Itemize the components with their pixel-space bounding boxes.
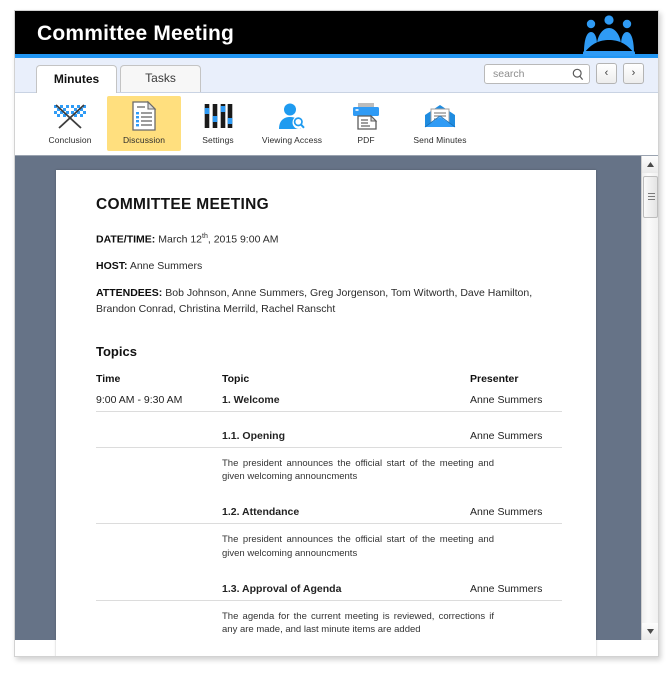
crown-icon [578,15,640,57]
desc-text: The agenda for the current meeting is re… [222,610,494,636]
toolbar-item-settings[interactable]: Settings [181,96,255,151]
page-title: Committee Meeting [37,22,235,45]
topics-table-header: Time Topic Presenter [96,373,562,391]
document-title: COMMITTEE MEETING [96,196,270,213]
column-header-topic: Topic [222,372,250,385]
row-topic: 1.1. Opening [222,429,286,442]
caret-up-icon[interactable] [642,156,658,173]
meta-host: HOST: Anne Summers [96,259,562,275]
next-button[interactable]: › [623,63,644,84]
search-icon[interactable] [572,68,584,86]
row-spacer [96,412,562,426]
application-window: Committee Meeting Minutes Tasks search ‹… [14,10,659,657]
prev-button[interactable]: ‹ [596,63,617,84]
row-topic: 1. Welcome [222,393,280,406]
toolbar-label-send-minutes: Send Minutes [413,135,467,145]
meta-datetime-rest: , 2015 9:00 AM [207,233,279,246]
vertical-scrollbar[interactable] [641,156,658,640]
meta-attendees-value: Bob Johnson, Anne Summers, Greg Jorgenso… [96,287,533,315]
row-spacer [96,565,562,579]
meta-datetime: DATE/TIME: March 12th, 2015 9:00 AM [96,232,562,248]
column-header-time: Time [96,372,121,385]
search-area: ‹ › [484,63,644,84]
meta-datetime-value: March 12 [158,233,203,246]
sliders-icon [181,101,255,131]
row-description: The president announces the official sta… [96,448,562,489]
meta-datetime-label: DATE/TIME: [96,233,156,246]
desc-gutter [96,457,222,485]
row-description: The president announces the official sta… [96,524,562,565]
column-header-presenter: Presenter [470,372,519,385]
toolbar-item-viewing-access[interactable]: Viewing Access [255,96,329,151]
row-time [96,506,222,518]
search-box[interactable] [484,63,590,86]
meta-host-label: HOST: [96,260,128,273]
title-bar: Committee Meeting [15,11,658,58]
desc-gutter [96,533,222,561]
meta-attendees-label: ATTENDEES: [96,287,163,299]
scroll-thumb[interactable] [643,176,658,218]
row-spacer [96,488,562,502]
meta-host-value: Anne Summers [129,260,203,273]
document-viewer: COMMITTEE MEETING DATE/TIME: March 12th,… [15,155,658,656]
toolbar-label-discussion: Discussion [122,135,166,145]
desc-gutter [96,610,222,638]
printer-icon [329,101,403,131]
document-page: COMMITTEE MEETING DATE/TIME: March 12th,… [56,170,596,656]
toolbar-item-send-minutes[interactable]: Send Minutes [403,96,477,151]
row-time [96,430,222,442]
row-time: 9:00 AM - 9:30 AM [96,393,183,406]
search-input[interactable] [491,66,575,81]
row-topic: 1.3. Approval of Agenda [222,582,342,595]
toolbar-label-pdf: PDF [357,135,375,145]
document-icon [107,101,181,131]
toolbar-label-settings: Settings [202,135,234,145]
tab-strip: Minutes Tasks ‹ › [15,58,658,93]
toolbar-item-pdf[interactable]: PDF [329,96,403,151]
tab-tasks[interactable]: Tasks [120,65,201,92]
desc-text: The president announces the official sta… [222,457,494,483]
person-search-icon [255,101,329,131]
toolbar-label-conclusion: Conclusion [48,135,92,145]
toolbar-item-discussion[interactable]: Discussion [107,96,181,151]
table-row[interactable]: 1.3. Approval of Agenda Anne Summers [96,579,562,601]
caret-down-icon[interactable] [642,623,658,640]
meta-attendees: ATTENDEES: Bob Johnson, Anne Summers, Gr… [96,286,562,318]
table-row[interactable]: 1.2. Attendance Anne Summers [96,502,562,525]
tab-list: Minutes Tasks [36,65,201,93]
table-row[interactable]: 9:00 AM - 9:30 AM 1. Welcome Anne Summer… [96,391,562,412]
envelope-icon [403,101,477,131]
tab-minutes[interactable]: Minutes [36,65,117,93]
scroll-thumb-grip [648,193,655,200]
row-presenter: Anne Summers [470,506,543,519]
toolbar: Conclusion Discussion Settings Viewing A… [15,93,658,155]
row-presenter: Anne Summers [470,393,543,406]
toolbar-item-conclusion[interactable]: Conclusion [33,96,107,151]
checkered-flags-icon [33,101,107,131]
toolbar-label-viewing-access: Viewing Access [261,135,323,145]
row-topic: 1.2. Attendance [222,506,300,519]
row-presenter: Anne Summers [470,429,543,442]
row-time [96,583,222,595]
row-presenter: Anne Summers [470,582,543,595]
desc-text: The president announces the official sta… [222,534,494,559]
row-description: The agenda for the current meeting is re… [96,601,562,642]
topics-heading: Topics [96,343,137,359]
table-row[interactable]: 1.1. Opening Anne Summers [96,426,562,448]
